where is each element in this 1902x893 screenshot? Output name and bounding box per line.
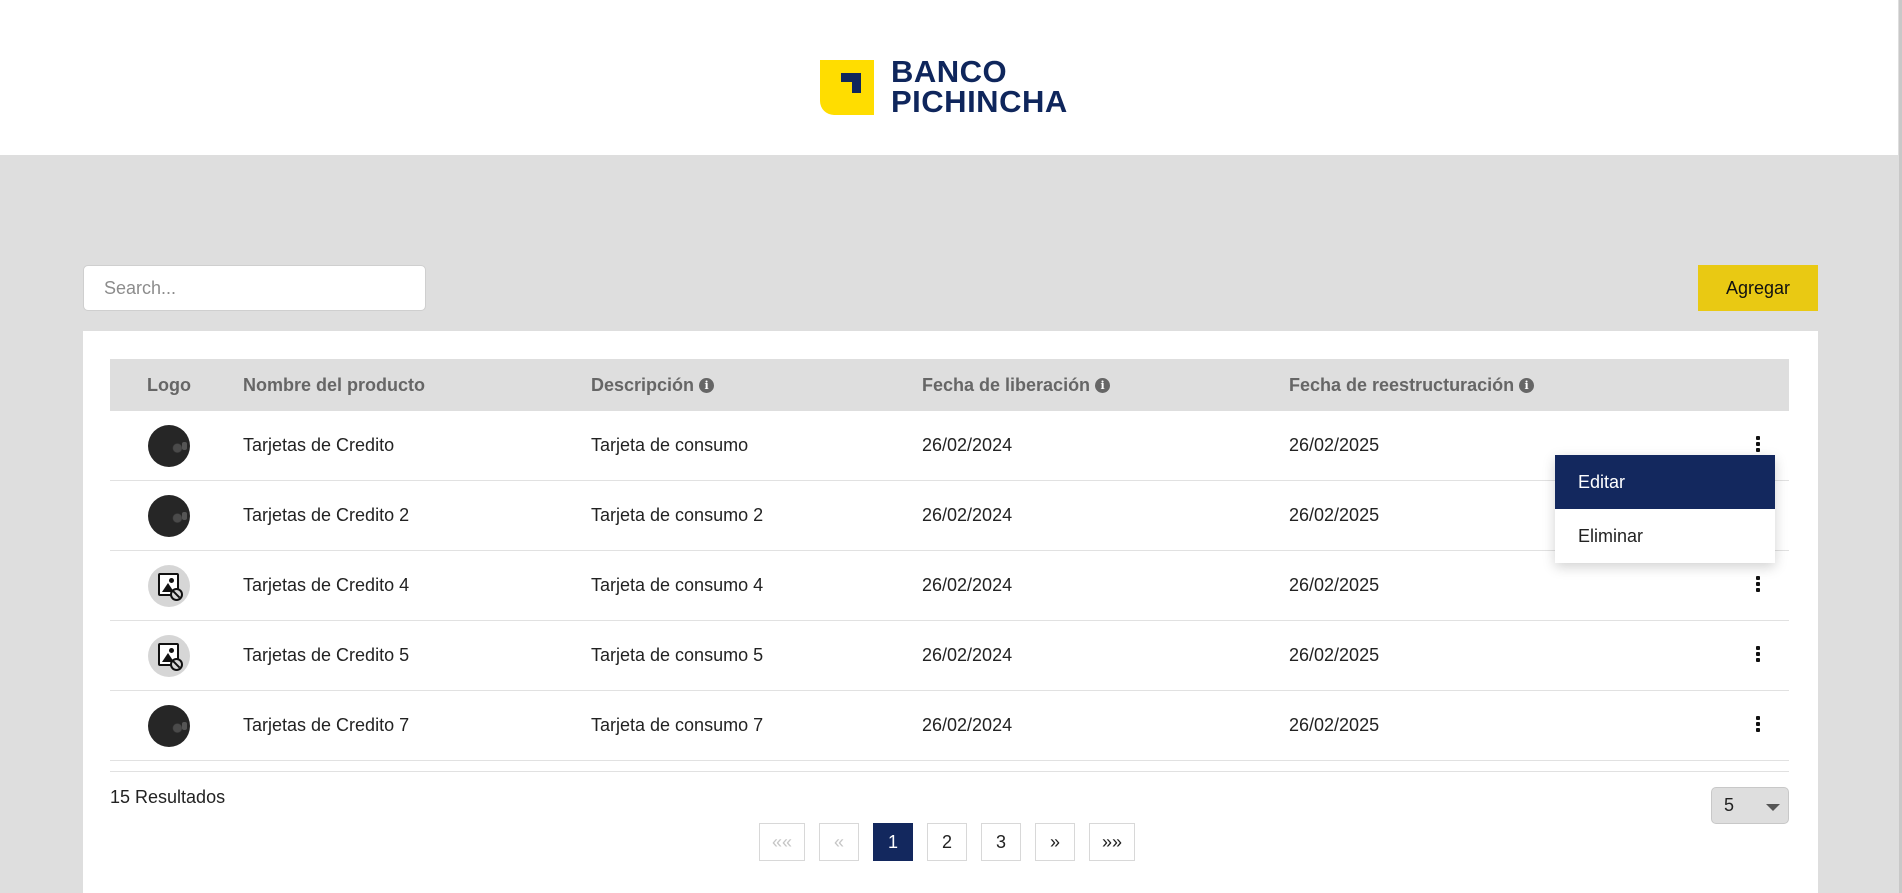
restructure-date-cell: 26/02/2025 (1289, 645, 1380, 665)
product-name-cell: Tarjetas de Credito 7 (243, 715, 410, 735)
table-row: Tarjetas de Credito 2 Tarjeta de consumo… (110, 481, 1789, 551)
table-row: Tarjetas de Credito 5 Tarjeta de consumo… (110, 621, 1789, 691)
row-context-menu: Editar Eliminar (1555, 455, 1775, 563)
page-button-3[interactable]: 3 (981, 823, 1022, 861)
header-logo: Logo (147, 375, 191, 395)
restructure-date-cell: 26/02/2025 (1289, 505, 1380, 525)
broken-image-icon (148, 635, 190, 677)
logo-text: BANCO PICHINCHA (891, 54, 1068, 119)
logo-text-line1: BANCO (891, 54, 1008, 89)
broken-image-icon (148, 565, 190, 607)
product-name-cell: Tarjetas de Credito 4 (243, 575, 410, 595)
chevron-down-icon (1766, 804, 1780, 811)
search-input[interactable] (83, 265, 426, 311)
last-page-button[interactable]: »» (1089, 823, 1136, 861)
edit-menu-item[interactable]: Editar (1555, 455, 1775, 509)
table-row: Tarjetas de Credito 4 Tarjeta de consumo… (110, 551, 1789, 621)
first-page-button[interactable]: «« (759, 823, 806, 861)
page-size-select[interactable]: 5 (1711, 787, 1789, 824)
table-header: Logo Nombre del producto Descripción i Fe… (110, 359, 1789, 411)
delete-menu-item[interactable]: Eliminar (1555, 509, 1775, 563)
release-date-cell: 26/02/2024 (922, 435, 1013, 455)
description-cell: Tarjeta de consumo 7 (591, 715, 764, 735)
next-page-button[interactable]: » (1035, 823, 1076, 861)
logo-mark-icon (820, 59, 874, 115)
add-product-button[interactable]: Agregar (1698, 265, 1818, 311)
results-count: 15 Resultados (110, 787, 226, 807)
description-cell: Tarjeta de consumo 2 (591, 505, 764, 525)
page-button-1[interactable]: 1 (873, 823, 914, 861)
release-date-cell: 26/02/2024 (922, 715, 1013, 735)
more-options-icon[interactable] (1753, 645, 1763, 667)
table-row: Tarjetas de Credito Tarjeta de consumo 2… (110, 411, 1789, 481)
header-release-date: Fecha de liberación i (922, 375, 1111, 396)
description-cell: Tarjeta de consumo (591, 435, 749, 455)
table-row: Tarjetas de Credito 7 Tarjeta de consumo… (110, 691, 1789, 761)
product-logo-image (148, 705, 190, 747)
release-date-cell: 26/02/2024 (922, 505, 1013, 525)
product-name-cell: Tarjetas de Credito 5 (243, 645, 410, 665)
product-name-cell: Tarjetas de Credito 2 (243, 505, 410, 525)
more-options-icon[interactable] (1753, 435, 1763, 457)
product-name-cell: Tarjetas de Credito (243, 435, 395, 455)
products-card: Logo Nombre del producto Descripción i Fe… (83, 331, 1818, 893)
prev-page-button[interactable]: « (819, 823, 860, 861)
product-logo-image (148, 495, 190, 537)
description-cell: Tarjeta de consumo 5 (591, 645, 764, 665)
release-date-cell: 26/02/2024 (922, 645, 1013, 665)
more-options-icon[interactable] (1753, 575, 1763, 597)
brand-header: BANCO PICHINCHA (0, 0, 1898, 155)
description-cell: Tarjeta de consumo 4 (591, 575, 764, 595)
pagination: «« « 1 2 3 » »» (759, 823, 1136, 861)
info-icon[interactable]: i (1095, 378, 1111, 393)
header-restructure-date: Fecha de reestructuración i (1289, 375, 1535, 396)
info-icon[interactable]: i (1519, 378, 1535, 393)
page-button-2[interactable]: 2 (927, 823, 968, 861)
release-date-cell: 26/02/2024 (922, 575, 1013, 595)
banco-pichincha-logo: BANCO PICHINCHA (820, 54, 1068, 119)
header-description: Descripción i (591, 375, 715, 396)
page-size-value: 5 (1724, 795, 1735, 815)
table-body: Tarjetas de Credito Tarjeta de consumo 2… (110, 411, 1789, 761)
restructure-date-cell: 26/02/2025 (1289, 575, 1380, 595)
info-icon[interactable]: i (699, 378, 715, 393)
logo-text-line2: PICHINCHA (891, 84, 1068, 119)
page: BANCO PICHINCHA Agregar Logo Nombre del … (0, 0, 1902, 893)
product-logo-image (148, 425, 190, 467)
more-options-icon[interactable] (1753, 715, 1763, 737)
restructure-date-cell: 26/02/2025 (1289, 435, 1380, 455)
footer-divider (110, 771, 1789, 772)
header-product-name: Nombre del producto (243, 375, 426, 395)
restructure-date-cell: 26/02/2025 (1289, 715, 1380, 735)
